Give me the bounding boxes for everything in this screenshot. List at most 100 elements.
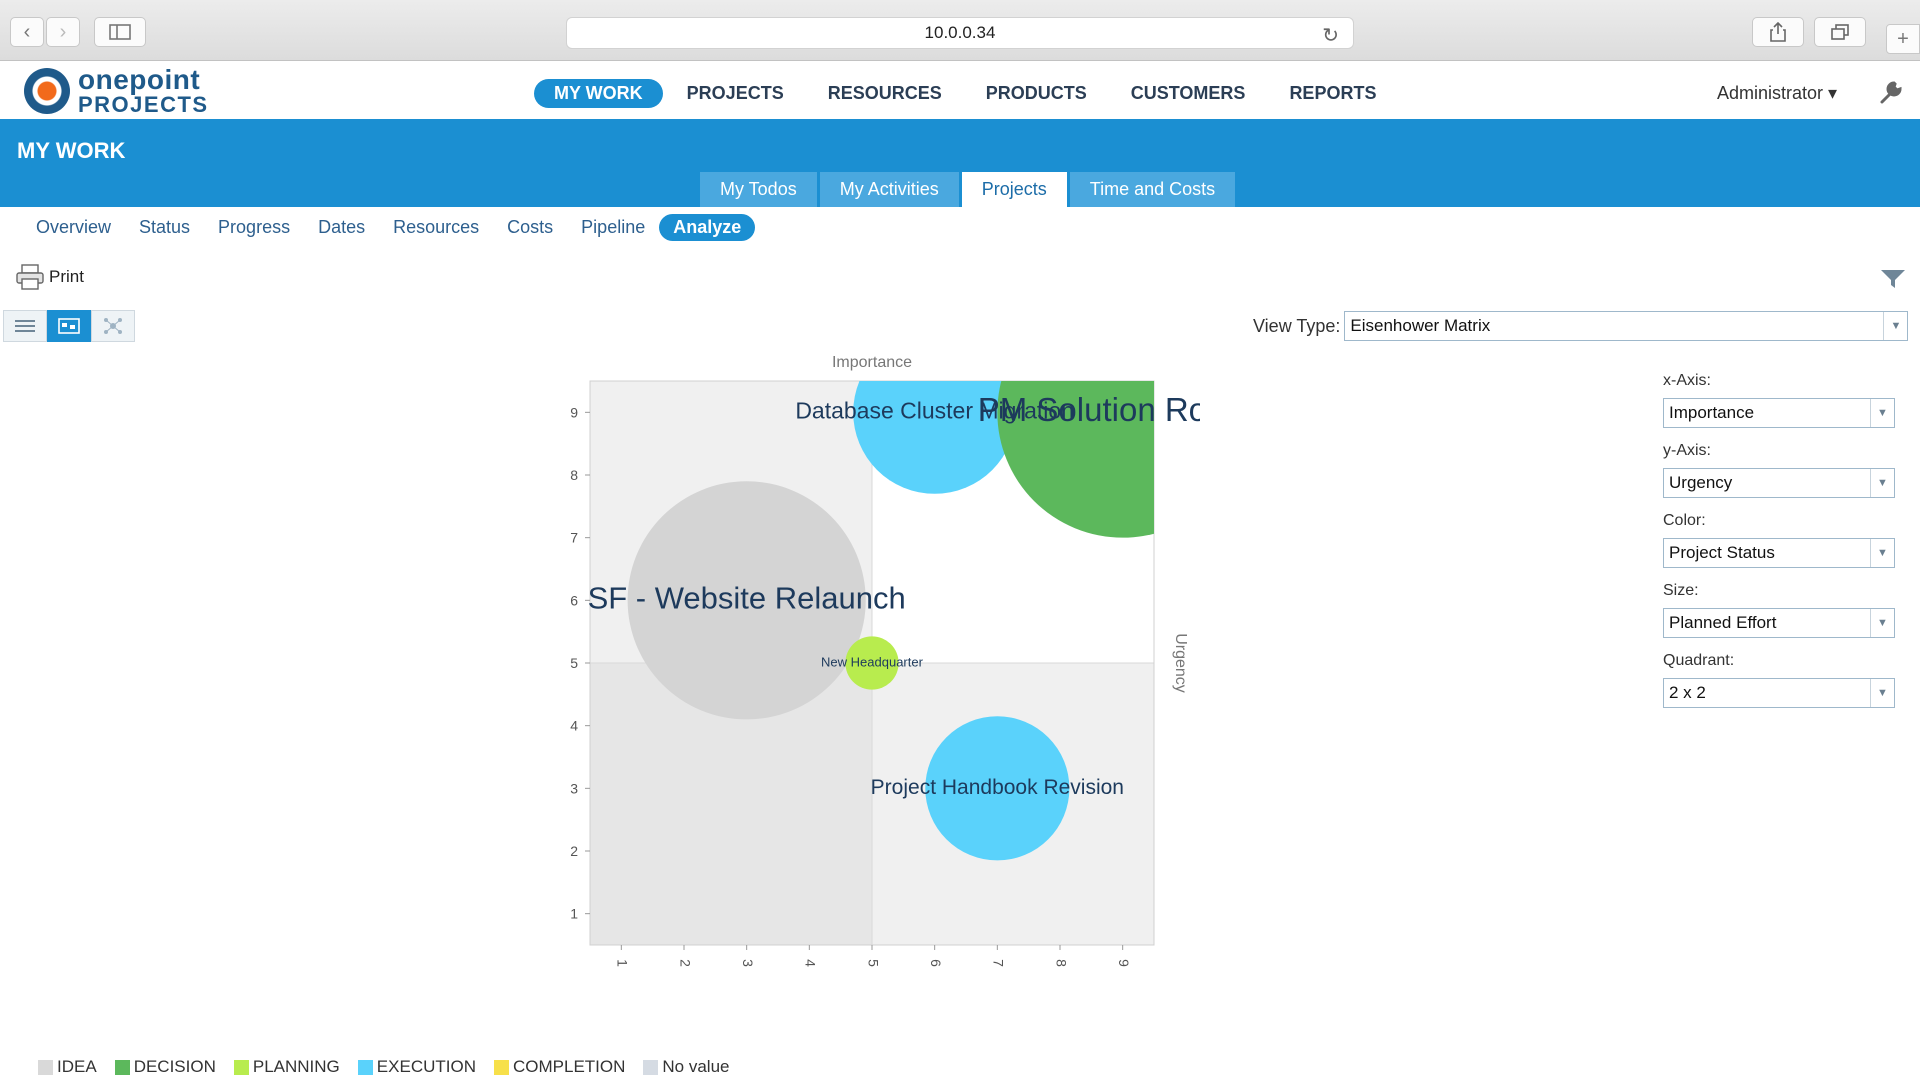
x-tick-label: 2	[677, 959, 693, 967]
app-header: onepoint PROJECTS MY WORK PROJECTS RESOU…	[0, 61, 1920, 119]
tab-time-and-costs[interactable]: Time and Costs	[1069, 172, 1236, 207]
chart-config-panel: x-Axis: Importance ▼ y-Axis: Urgency ▼ C…	[1663, 372, 1895, 722]
view-type: View Type: Eisenhower Matrix ▼	[1253, 311, 1909, 341]
analysis-tabs: Overview Status Progress Dates Resources…	[22, 214, 756, 241]
tab-status[interactable]: Status	[125, 214, 204, 241]
legend-swatch	[38, 1059, 53, 1075]
chevron-down-icon: ▼	[1883, 312, 1907, 340]
x-axis-value: Importance	[1669, 403, 1755, 422]
nav-reports[interactable]: REPORTS	[1269, 79, 1396, 108]
size-value: Planned Effort	[1669, 613, 1777, 632]
nav-projects[interactable]: PROJECTS	[667, 79, 804, 108]
print-button[interactable]: Print	[15, 264, 84, 290]
logo-line2: PROJECTS	[78, 92, 209, 117]
legend-item: No value	[643, 1057, 730, 1077]
y-tick-label: 3	[570, 780, 578, 796]
tab-dates[interactable]: Dates	[304, 214, 379, 241]
legend-item: EXECUTION	[357, 1057, 476, 1077]
y-tick-label: 2	[570, 843, 578, 859]
bubble-label: PM Solution Rollout	[978, 391, 1200, 428]
legend-label: PLANNING	[252, 1057, 340, 1076]
color-select[interactable]: Project Status ▼	[1663, 538, 1895, 568]
y-axis-title: Urgency	[1172, 633, 1189, 693]
logo-mark-icon	[24, 68, 70, 114]
back-icon[interactable]: ‹	[10, 17, 44, 47]
y-tick-label: 4	[570, 718, 578, 734]
chevron-down-icon: ▼	[1870, 679, 1894, 707]
x-tick-label: 7	[991, 959, 1007, 967]
forward-icon[interactable]: ›	[46, 17, 80, 47]
x-axis-title: Importance	[832, 354, 912, 371]
quadrant-select[interactable]: 2 x 2 ▼	[1663, 678, 1895, 708]
tab-projects[interactable]: Projects	[961, 172, 1067, 207]
bubble-label: SF - Website Relaunch	[588, 581, 906, 616]
new-tab-icon[interactable]: +	[1886, 24, 1920, 54]
tab-my-todos[interactable]: My Todos	[700, 172, 817, 207]
legend-swatch	[643, 1059, 659, 1075]
address-bar[interactable]: 10.0.0.34 ↻	[566, 17, 1354, 49]
y-axis-select[interactable]: Urgency ▼	[1663, 468, 1895, 498]
legend-label: EXECUTION	[376, 1057, 476, 1076]
browser-toolbar: ‹ › 10.0.0.34 ↻ +	[0, 0, 1920, 61]
y-axis-label: y-Axis:	[1663, 442, 1711, 459]
printer-icon	[16, 264, 44, 290]
tab-costs[interactable]: Costs	[493, 214, 567, 241]
color-label: Color:	[1663, 512, 1706, 529]
sub-tabs: My Todos My Activities Projects Time and…	[700, 172, 1238, 207]
nav-customers[interactable]: CUSTOMERS	[1111, 79, 1266, 108]
y-tick-label: 9	[570, 404, 578, 420]
tab-resources[interactable]: Resources	[379, 214, 493, 241]
chevron-down-icon: ▼	[1870, 539, 1894, 567]
y-axis-value: Urgency	[1669, 473, 1733, 492]
legend-item: IDEA	[38, 1057, 97, 1077]
legend-swatch	[114, 1059, 130, 1075]
tabs-icon[interactable]	[1814, 17, 1866, 47]
bubble-label: New Headquarter	[821, 654, 924, 669]
chart-view-icon[interactable]	[47, 310, 91, 342]
tab-my-activities[interactable]: My Activities	[819, 172, 959, 207]
y-tick-label: 5	[570, 655, 578, 671]
sidebar-toggle-icon[interactable]	[94, 17, 146, 47]
legend-label: DECISION	[133, 1057, 216, 1076]
legend-item: PLANNING	[233, 1057, 340, 1077]
x-tick-label: 3	[740, 959, 756, 967]
legend-swatch	[233, 1059, 249, 1075]
chevron-down-icon: ▼	[1870, 399, 1894, 427]
x-tick-label: 1	[615, 959, 631, 967]
x-axis-select[interactable]: Importance ▼	[1663, 398, 1895, 428]
nav-resources[interactable]: RESOURCES	[808, 79, 962, 108]
print-label: Print	[49, 267, 84, 286]
network-view-icon[interactable]	[91, 310, 135, 342]
chevron-down-icon: ▼	[1870, 609, 1894, 637]
list-view-icon[interactable]	[3, 310, 47, 342]
size-label: Size:	[1663, 582, 1699, 599]
onepoint-logo[interactable]: onepoint PROJECTS	[24, 64, 209, 117]
user-menu[interactable]: Administrator ▾	[1717, 83, 1837, 104]
legend-label: COMPLETION	[512, 1057, 626, 1076]
y-tick-label: 7	[570, 530, 578, 546]
nav-my-work[interactable]: MY WORK	[534, 79, 663, 108]
quadrant-label: Quadrant:	[1663, 652, 1735, 669]
x-tick-label: 8	[1053, 959, 1069, 967]
tab-overview[interactable]: Overview	[22, 214, 125, 241]
view-mode-group	[3, 310, 135, 342]
nav-products[interactable]: PRODUCTS	[966, 79, 1107, 108]
x-tick-label: 9	[1116, 959, 1132, 967]
url-text: 10.0.0.34	[924, 23, 996, 42]
x-tick-label: 6	[928, 959, 944, 967]
legend-item: DECISION	[114, 1057, 216, 1077]
logo-line1: onepoint	[78, 64, 201, 95]
tab-progress[interactable]: Progress	[204, 214, 304, 241]
wrench-icon[interactable]	[1878, 79, 1904, 112]
quadrant-value: 2 x 2	[1669, 683, 1706, 702]
page-title: MY WORK	[17, 138, 126, 163]
view-type-select[interactable]: Eisenhower Matrix ▼	[1344, 311, 1909, 341]
reload-icon[interactable]: ↻	[1322, 23, 1339, 48]
size-select[interactable]: Planned Effort ▼	[1663, 608, 1895, 638]
legend-label: IDEA	[57, 1057, 97, 1076]
filter-icon[interactable]	[1880, 268, 1906, 295]
share-icon[interactable]	[1752, 17, 1804, 47]
view-type-label: View Type:	[1253, 315, 1341, 336]
tab-analyze[interactable]: Analyze	[659, 214, 756, 241]
tab-pipeline[interactable]: Pipeline	[567, 214, 659, 241]
